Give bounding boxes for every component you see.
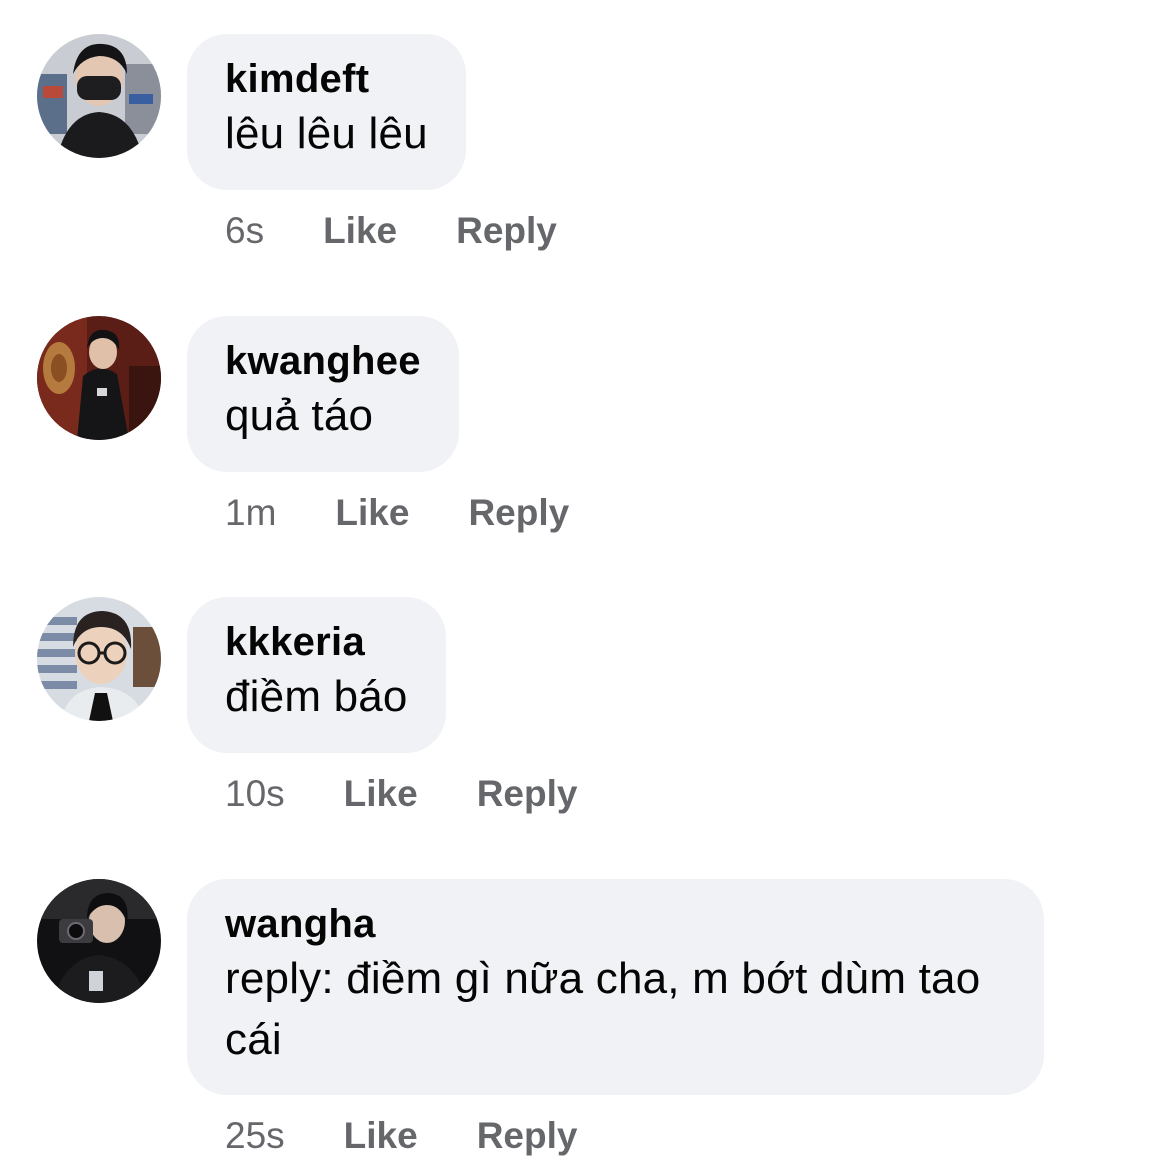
- comment-bubble: kimdeft lêu lêu lêu: [187, 34, 466, 190]
- avatar-person-icon: [37, 34, 161, 158]
- reply-button[interactable]: Reply: [456, 209, 557, 253]
- avatar[interactable]: [37, 879, 161, 1003]
- like-button[interactable]: Like: [335, 491, 409, 535]
- comment-timestamp[interactable]: 1m: [225, 491, 276, 535]
- comment-actions: 25s Like Reply: [225, 1114, 577, 1158]
- avatar[interactable]: [37, 316, 161, 440]
- comment-timestamp[interactable]: 25s: [225, 1114, 285, 1158]
- comment-bubble: kkkeria điềm báo: [187, 597, 446, 753]
- avatar-person-icon: [37, 597, 161, 721]
- like-button[interactable]: Like: [323, 209, 397, 253]
- reply-button[interactable]: Reply: [477, 772, 578, 816]
- comment-actions: 1m Like Reply: [225, 491, 569, 535]
- comment-text: reply: điềm gì nữa cha, m bớt dùm tao cá…: [225, 954, 981, 1064]
- reply-button[interactable]: Reply: [468, 491, 569, 535]
- comment-bubble: kwanghee quả táo: [187, 316, 459, 472]
- comment-timestamp[interactable]: 10s: [225, 772, 285, 816]
- comment-author[interactable]: kwanghee: [225, 337, 421, 385]
- reply-button[interactable]: Reply: [477, 1114, 578, 1158]
- comment-author[interactable]: wangha: [225, 900, 1006, 948]
- comment-text: lêu lêu lêu: [225, 109, 428, 158]
- like-button[interactable]: Like: [344, 772, 418, 816]
- avatar-person-icon: [37, 316, 161, 440]
- comment-text: điềm báo: [225, 672, 408, 721]
- comment-timestamp[interactable]: 6s: [225, 209, 264, 253]
- comment-author[interactable]: kkkeria: [225, 618, 408, 666]
- avatar[interactable]: [37, 34, 161, 158]
- comment-author[interactable]: kimdeft: [225, 55, 428, 103]
- like-button[interactable]: Like: [344, 1114, 418, 1158]
- avatar-person-icon: [37, 879, 161, 1003]
- comment-actions: 6s Like Reply: [225, 209, 557, 253]
- comment-actions: 10s Like Reply: [225, 772, 577, 816]
- comment-bubble: wangha reply: điềm gì nữa cha, m bớt dùm…: [187, 879, 1044, 1095]
- avatar[interactable]: [37, 597, 161, 721]
- comment-text: quả táo: [225, 391, 374, 440]
